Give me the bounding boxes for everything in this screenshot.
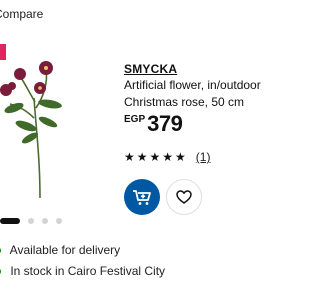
carousel-indicator[interactable] [0,218,62,224]
status-dot-icon [0,268,1,275]
product-name[interactable]: SMYCKA [124,62,247,76]
cart-add-icon [133,190,151,205]
price-currency: EGP [124,114,146,125]
product-image[interactable] [0,38,116,208]
carousel-dot-active[interactable] [0,218,20,224]
rating-count[interactable]: (1) [196,150,211,164]
price-amount: 379 [147,111,183,136]
product-description-line1: Artificial flower, in/outdoor [124,78,261,92]
carousel-dot[interactable] [42,218,48,224]
store-stock-status[interactable]: In stock in Cairo Festival City [0,264,165,278]
carousel-dot[interactable] [28,218,34,224]
rating[interactable]: ★★★★★ (1) [124,150,210,164]
status-dot-icon [0,247,1,254]
sale-badge [0,44,6,60]
price: EGP 379 [124,111,183,136]
heart-icon [176,190,192,204]
favourite-button[interactable] [166,179,202,215]
compare-link[interactable]: Compare [0,7,43,21]
add-to-cart-button[interactable] [124,179,160,215]
store-stock-text[interactable]: In stock in Cairo Festival City [10,264,165,278]
star-rating-icon: ★★★★★ [124,150,188,164]
delivery-status: Available for delivery [0,243,120,257]
carousel-dot[interactable] [56,218,62,224]
delivery-text: Available for delivery [9,243,121,257]
product-description-line2: Christmas rose, 50 cm [124,95,245,109]
